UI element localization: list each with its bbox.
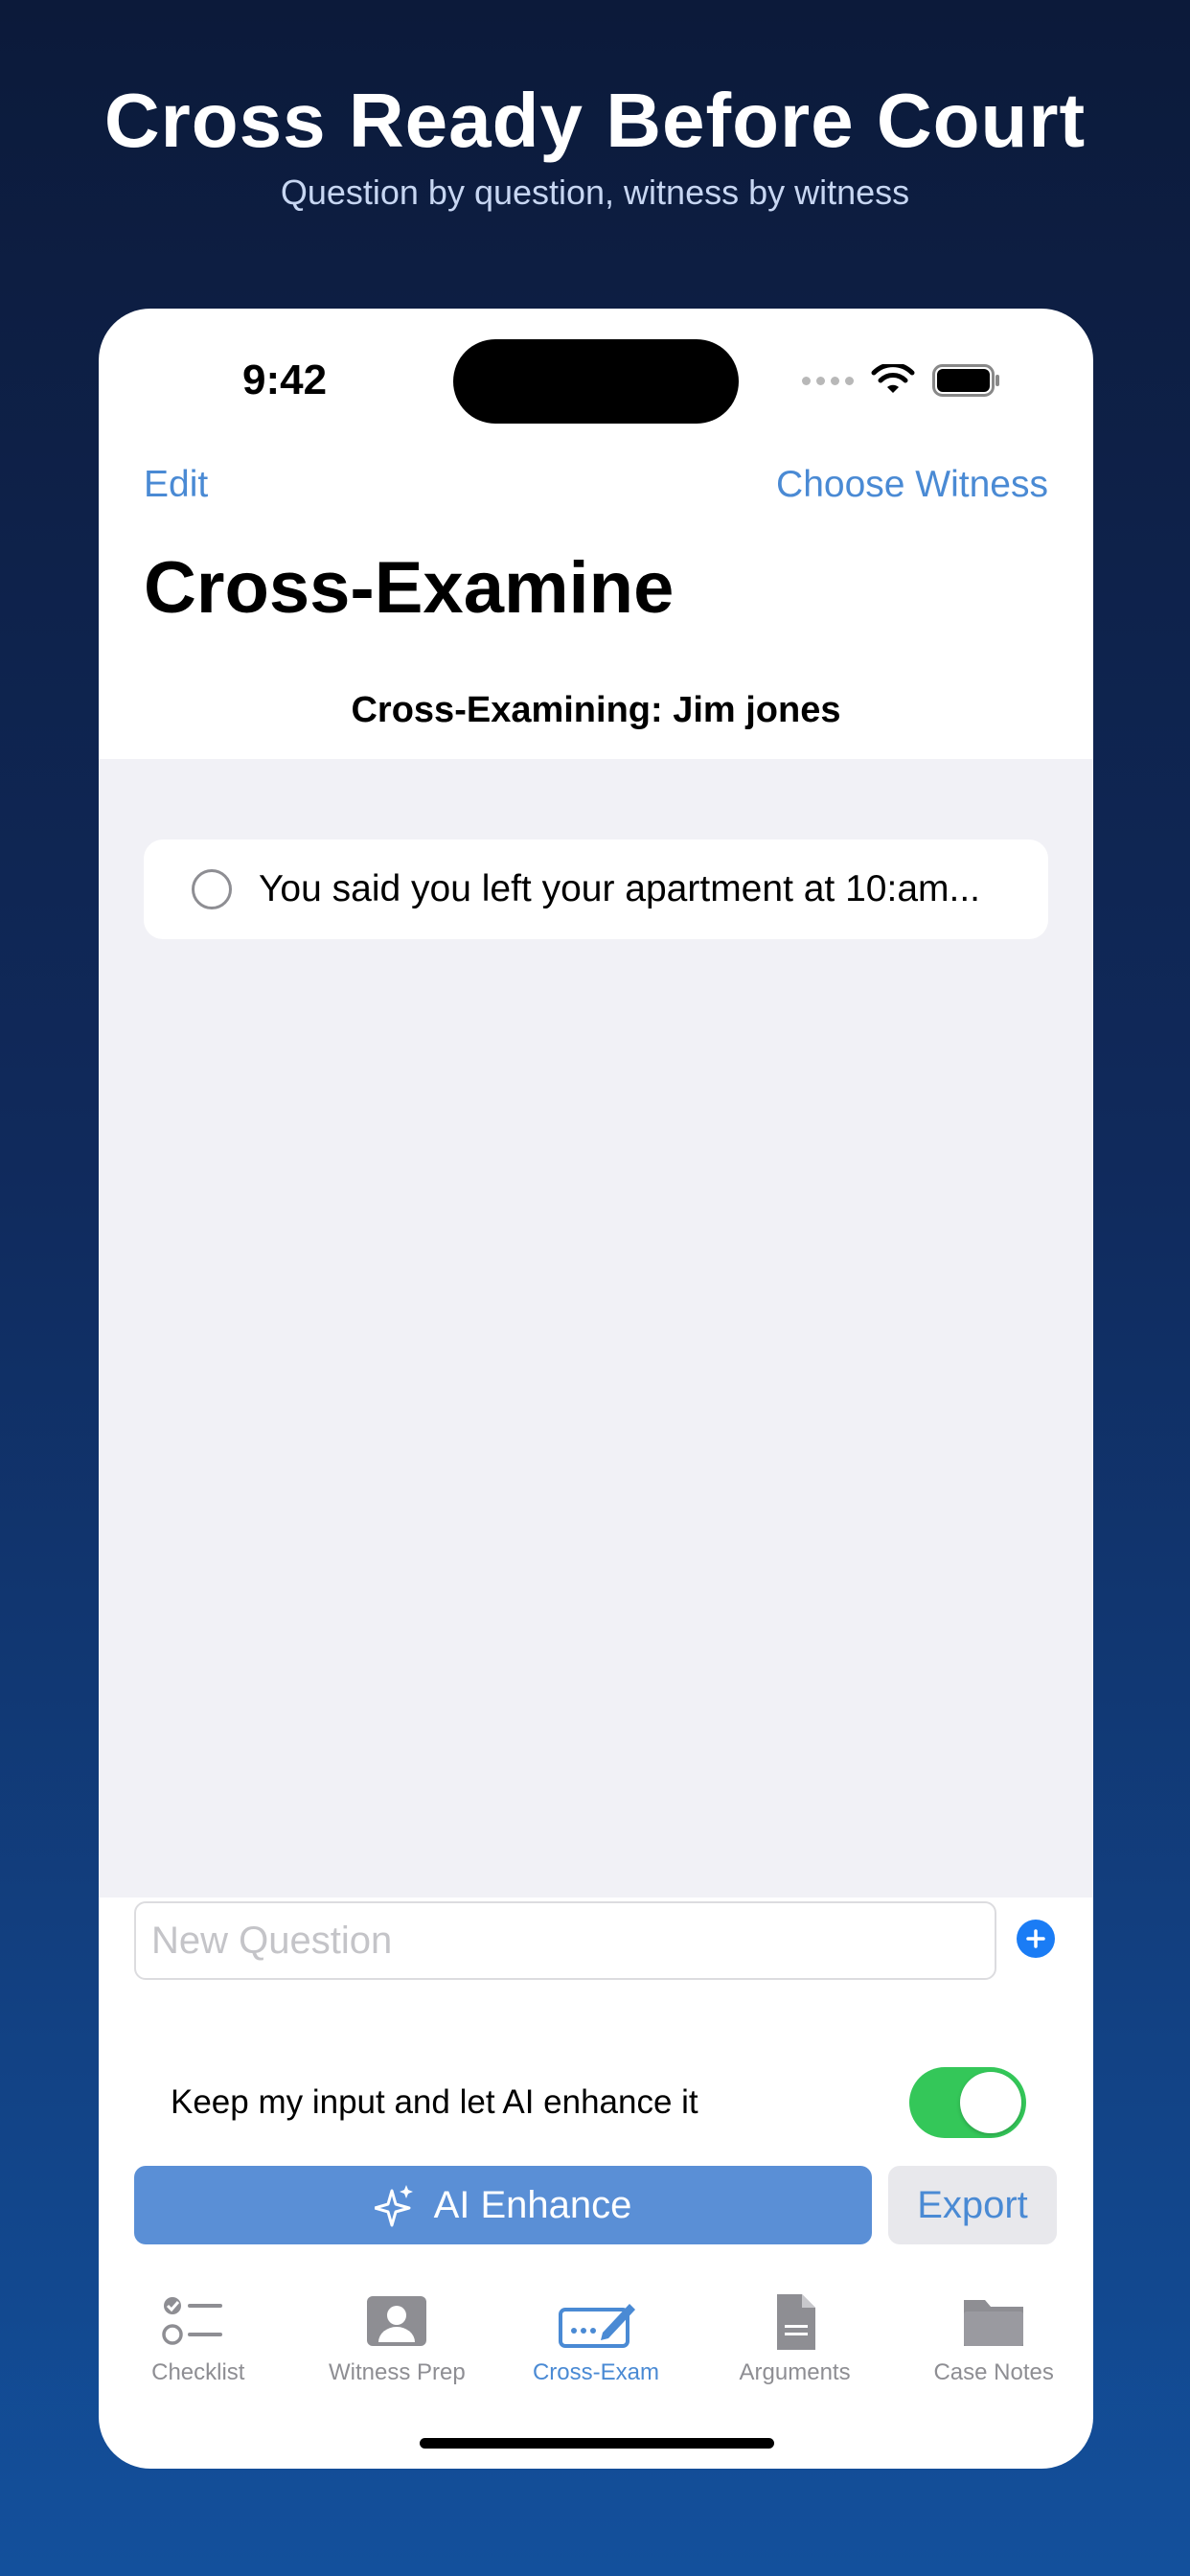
tab-checklist[interactable]: Checklist xyxy=(99,2292,298,2398)
witness-header: Cross-Examining: Jim jones xyxy=(351,690,841,730)
toggle-knob xyxy=(960,2072,1021,2133)
question-row[interactable]: You said you left your apartment at 10:a… xyxy=(144,840,1048,939)
dynamic-island xyxy=(453,339,739,424)
question-list: You said you left your apartment at 10:a… xyxy=(99,759,1093,1898)
ai-toggle-label: Keep my input and let AI enhance it xyxy=(171,2083,698,2121)
tab-cross-exam[interactable]: Cross-Exam xyxy=(496,2292,696,2398)
edit-button[interactable]: Edit xyxy=(144,464,208,506)
page-title: Cross-Examine xyxy=(144,547,675,629)
ai-enhance-label: AI Enhance xyxy=(433,2183,632,2226)
tab-arguments[interactable]: Arguments xyxy=(696,2292,895,2398)
add-question-button[interactable] xyxy=(1017,1920,1055,1958)
status-time: 9:42 xyxy=(242,356,328,403)
person-card-icon xyxy=(367,2296,427,2346)
sparkles-icon xyxy=(374,2185,413,2227)
question-text: You said you left your apartment at 10:a… xyxy=(259,868,980,909)
folder-icon xyxy=(964,2300,1024,2346)
signature-icon xyxy=(558,2304,635,2348)
choose-witness-button[interactable]: Choose Witness xyxy=(776,464,1048,506)
tab-label: Arguments xyxy=(739,2359,851,2385)
signal-icon xyxy=(802,376,854,385)
tab-witness-prep[interactable]: Witness Prep xyxy=(298,2292,497,2398)
home-indicator xyxy=(420,2438,774,2449)
export-button[interactable]: Export xyxy=(888,2166,1057,2244)
battery-icon xyxy=(932,364,999,397)
tab-label: Checklist xyxy=(151,2359,245,2385)
tab-bar: Checklist Witness Prep Cross-Exam Argume… xyxy=(99,2292,1093,2398)
ai-enhance-button[interactable]: AI Enhance xyxy=(134,2166,872,2244)
checkbox-circle-icon[interactable] xyxy=(192,869,232,909)
tab-label: Cross-Exam xyxy=(532,2359,659,2385)
checklist-icon xyxy=(162,2297,222,2345)
tab-label: Witness Prep xyxy=(329,2359,466,2385)
wifi-icon xyxy=(871,364,915,393)
tab-case-notes[interactable]: Case Notes xyxy=(894,2292,1093,2398)
new-question-input[interactable] xyxy=(134,1901,996,1980)
ai-enhance-toggle[interactable] xyxy=(909,2067,1026,2138)
promo-title: Cross Ready Before Court xyxy=(103,78,1087,163)
plus-icon xyxy=(1026,1929,1045,1948)
status-icons xyxy=(802,364,1001,397)
phone-screen: 9:42 Edit Choose Witness Cross-Examine C… xyxy=(99,309,1093,2469)
tab-label: Case Notes xyxy=(933,2359,1054,2385)
document-icon xyxy=(776,2294,815,2350)
promo-subtitle: Question by question, witness by witness xyxy=(280,172,910,212)
